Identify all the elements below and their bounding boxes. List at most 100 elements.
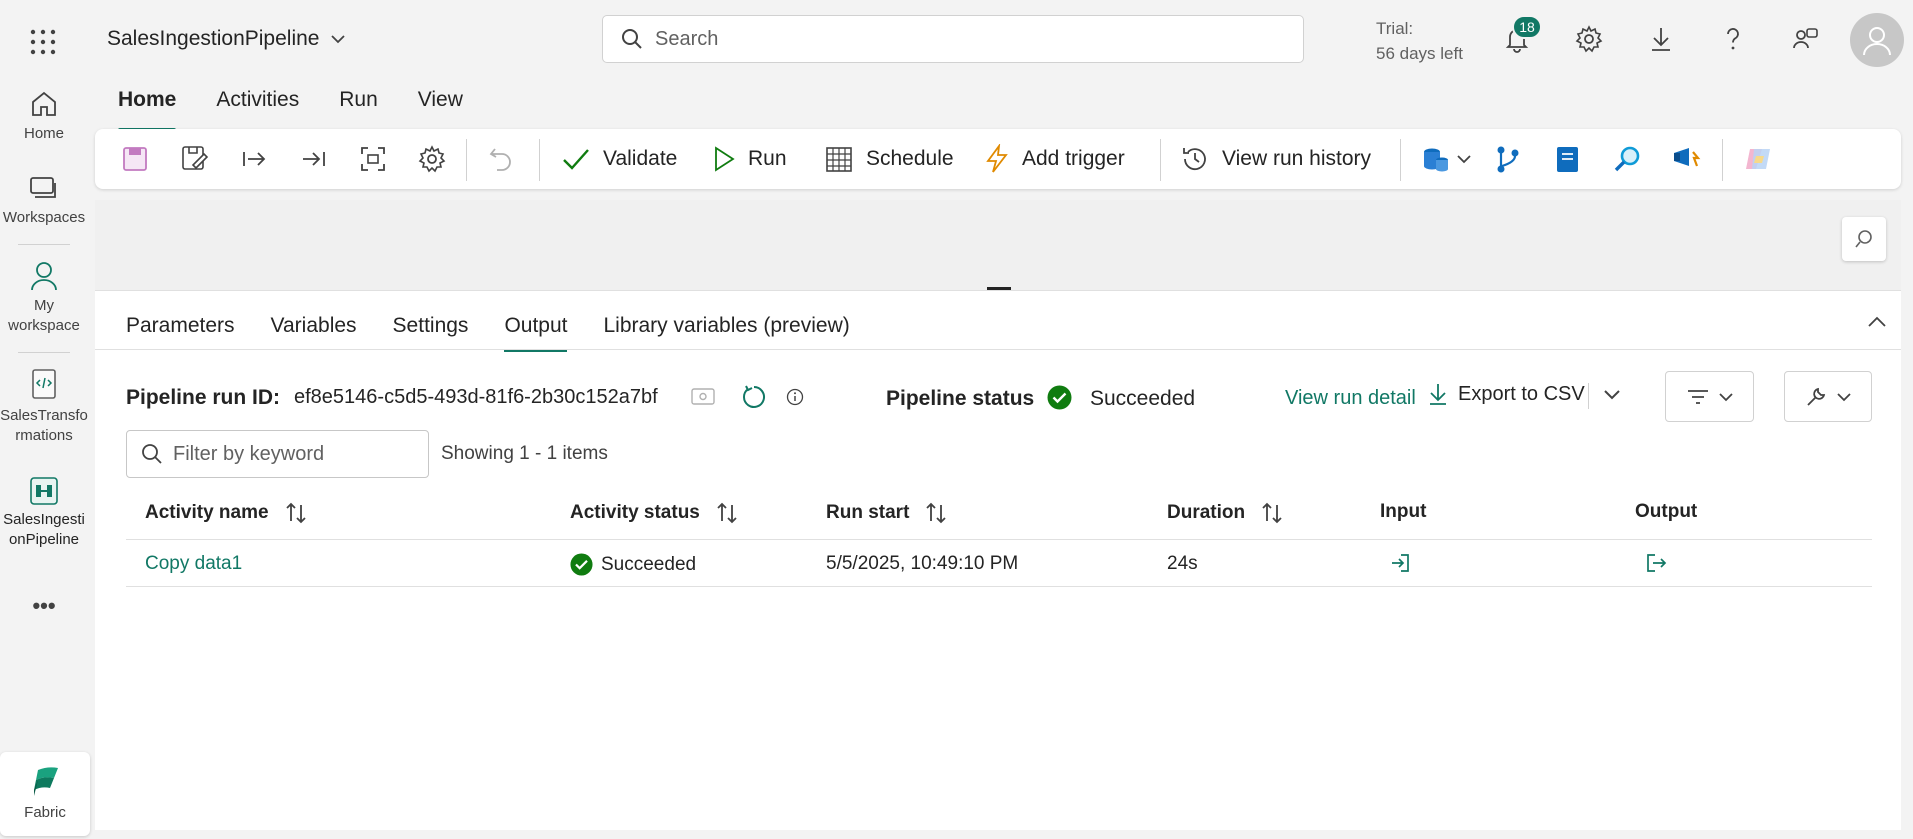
filter-input[interactable] [173, 442, 423, 466]
gear-icon[interactable] [1574, 24, 1604, 54]
search-icon [1855, 230, 1872, 248]
rail-item-sales-transformations[interactable]: SalesTransfo rmations [0, 368, 88, 446]
pipeline-title-dropdown[interactable]: SalesIngestionPipeline [107, 27, 346, 51]
export-csv-label: Export to CSV [1458, 382, 1585, 405]
data-connection-dropdown[interactable] [1421, 129, 1471, 189]
save-button[interactable] [121, 129, 149, 189]
search-icon [142, 444, 162, 464]
add-trigger-button[interactable]: Add trigger [984, 129, 1125, 189]
tab-home[interactable]: Home [118, 88, 196, 132]
tab-parameters[interactable]: Parameters [126, 314, 235, 338]
pipeline-status-value: Succeeded [1090, 387, 1196, 410]
lightning-icon [986, 144, 1008, 173]
chevron-down-icon[interactable] [1603, 388, 1621, 402]
panel-tabs: Parameters Variables Settings Output Lib… [126, 314, 886, 352]
filter-options-button[interactable] [1665, 371, 1754, 422]
rail-label: Workspaces [2, 209, 86, 226]
chevron-down-icon [331, 35, 346, 44]
sort-icon[interactable] [1261, 501, 1283, 525]
validate-button[interactable]: Validate [561, 129, 677, 189]
pipeline-title: SalesIngestionPipeline [107, 27, 320, 50]
rail-item-home[interactable]: Home [0, 88, 88, 144]
rail-item-sales-ingestion-pipeline[interactable]: SalesIngesti onPipeline [0, 476, 88, 550]
rail-item-workspaces[interactable]: Workspaces [0, 174, 88, 228]
app-launcher-icon[interactable] [28, 27, 58, 57]
download-icon[interactable] [1646, 24, 1676, 54]
toolbar-divider [466, 139, 467, 181]
tab-run[interactable]: Run [319, 88, 398, 124]
chevron-up-icon[interactable] [1865, 310, 1889, 334]
rail-item-my-workspace[interactable]: My workspace [0, 260, 88, 336]
sort-icon[interactable] [285, 501, 307, 525]
view-run-detail-link[interactable]: View run detail [1285, 387, 1416, 410]
column-header-label: Run start [826, 502, 910, 523]
column-header-duration[interactable]: Duration [1167, 501, 1283, 525]
activity-status-value: Succeeded [601, 553, 697, 575]
magnifier-icon [1614, 146, 1640, 172]
branch-icon [1497, 146, 1519, 173]
tab-output[interactable]: Output [504, 314, 568, 352]
tab-library-variables[interactable]: Library variables (preview) [603, 314, 849, 338]
tab-variables[interactable]: Variables [271, 314, 357, 338]
more-icon[interactable]: ••• [0, 595, 88, 617]
fabric-switcher[interactable]: Fabric [0, 752, 90, 836]
run-label: Run [748, 147, 787, 170]
save-as-button[interactable] [180, 129, 210, 189]
column-header-run-start[interactable]: Run start [826, 501, 947, 525]
info-icon[interactable] [786, 388, 804, 406]
git-button[interactable] [1494, 129, 1522, 189]
tab-activities[interactable]: Activities [196, 88, 319, 124]
help-icon[interactable] [1718, 24, 1748, 54]
home-icon [32, 91, 56, 116]
trial-days-left: 56 days left [1376, 44, 1463, 63]
sort-icon[interactable] [925, 501, 947, 525]
teams-activity-button[interactable] [1671, 129, 1703, 189]
column-header-label: Output [1635, 501, 1698, 522]
schedule-label: Schedule [866, 147, 954, 170]
filter-lines-icon [1687, 389, 1708, 404]
settings-button[interactable] [417, 129, 447, 189]
rail-label: rmations [15, 427, 73, 444]
search-input[interactable] [655, 27, 1255, 51]
copilot-button[interactable] [1742, 129, 1774, 189]
feedback-icon[interactable] [1790, 24, 1820, 54]
input-details-icon[interactable] [1389, 552, 1411, 574]
run-from-button[interactable] [240, 129, 268, 189]
export-csv-button[interactable]: Export to CSV [1428, 382, 1585, 406]
tools-options-button[interactable] [1784, 371, 1872, 422]
run-button[interactable]: Run [712, 129, 787, 189]
pipeline-canvas[interactable] [95, 200, 1901, 290]
schedule-button[interactable]: Schedule [824, 129, 954, 189]
notebook-button[interactable] [1554, 129, 1580, 189]
sort-icon[interactable] [716, 501, 738, 525]
lookup-button[interactable] [1613, 129, 1643, 189]
toolbar-divider [1400, 139, 1401, 181]
output-details-icon[interactable] [1645, 552, 1667, 574]
canvas-search-button[interactable] [1842, 217, 1886, 261]
refresh-icon[interactable] [741, 384, 767, 410]
column-header-label: Activity status [570, 502, 700, 523]
column-header-activity-name[interactable]: Activity name [145, 501, 307, 525]
rail-label: onPipeline [8, 531, 80, 548]
tabs-divider [95, 349, 1901, 350]
search-box[interactable] [602, 15, 1304, 63]
run-to-button[interactable] [300, 129, 328, 189]
chevron-down-icon [1718, 392, 1733, 401]
activity-name-link[interactable]: Copy data1 [145, 553, 242, 575]
tab-view[interactable]: View [398, 88, 483, 124]
tab-settings[interactable]: Settings [393, 314, 469, 338]
column-header-activity-status[interactable]: Activity status [570, 501, 738, 525]
chevron-down-icon [1457, 155, 1471, 164]
rail-label: SalesTransfo [0, 407, 88, 424]
toolbar-divider [1160, 139, 1161, 181]
undo-button[interactable] [487, 129, 515, 189]
search-icon [622, 29, 642, 49]
filter-box[interactable] [126, 430, 429, 478]
rail-divider [18, 244, 70, 245]
avatar[interactable] [1850, 13, 1904, 67]
fit-to-screen-button[interactable] [359, 129, 387, 189]
view-run-history-button[interactable]: View run history [1180, 129, 1371, 189]
checkmark-icon [563, 149, 589, 170]
copy-icon[interactable] [690, 386, 716, 408]
validate-label: Validate [603, 147, 678, 170]
